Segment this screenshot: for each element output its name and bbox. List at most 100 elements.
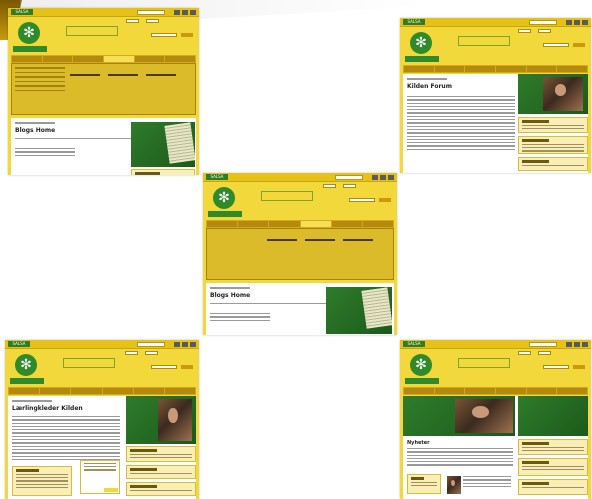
nav-item[interactable] (207, 221, 238, 227)
nav-item[interactable] (434, 388, 465, 394)
login-input[interactable] (543, 365, 569, 369)
content-area: Nyheter (403, 396, 588, 499)
promo-banner[interactable] (131, 122, 195, 167)
rss-icon[interactable] (388, 175, 394, 180)
nav-item[interactable] (434, 66, 465, 72)
header-button[interactable] (126, 19, 139, 23)
screenshot-thumbnail-top-left[interactable]: SALSA ✻ Blogs Home (8, 8, 199, 175)
nav-item[interactable] (362, 221, 394, 227)
mail-icon[interactable] (574, 342, 580, 347)
hero-photo (455, 399, 513, 433)
search-input[interactable] (529, 20, 557, 25)
site-logo[interactable]: SALSA (206, 174, 228, 180)
nav-item-active[interactable] (104, 56, 134, 62)
header-button[interactable] (323, 184, 336, 188)
go-button[interactable] (379, 198, 391, 202)
print-icon[interactable] (566, 342, 572, 347)
login-input[interactable] (151, 365, 177, 369)
section-title: Nyheter (407, 440, 430, 446)
nav-item[interactable] (40, 388, 71, 394)
header-button[interactable] (538, 29, 551, 33)
nav-item[interactable] (164, 388, 196, 394)
nav-item[interactable] (404, 66, 434, 72)
go-button[interactable] (181, 365, 193, 369)
header-button[interactable] (538, 351, 551, 355)
print-icon[interactable] (372, 175, 378, 180)
mail-icon[interactable] (182, 10, 188, 15)
nav-item[interactable] (134, 56, 165, 62)
nav-item[interactable] (102, 388, 133, 394)
dropdown-menu (206, 228, 394, 280)
search-input[interactable] (529, 342, 557, 347)
nav-item[interactable] (557, 388, 588, 394)
site-logo[interactable]: SALSA (403, 341, 425, 347)
nav-item[interactable] (238, 221, 269, 227)
nav-item[interactable] (133, 388, 164, 394)
nav-item[interactable] (71, 388, 102, 394)
go-button[interactable] (573, 365, 585, 369)
site-logo[interactable]: SALSA (403, 19, 425, 25)
screenshot-thumbnail-top-right[interactable]: SALSA ✻ Kilden Forum (400, 18, 591, 173)
nav-item[interactable] (465, 388, 496, 394)
go-button[interactable] (573, 43, 585, 47)
rss-icon[interactable] (582, 342, 588, 347)
breadcrumb (407, 78, 447, 80)
go-button[interactable] (181, 33, 193, 37)
sidebar-panel (518, 439, 588, 455)
nav-item[interactable] (331, 221, 362, 227)
feature-box[interactable] (518, 396, 588, 436)
print-icon[interactable] (566, 20, 572, 25)
mail-icon[interactable] (380, 175, 386, 180)
breadcrumb (210, 287, 250, 289)
nav-item[interactable] (404, 388, 434, 394)
mail-icon[interactable] (574, 20, 580, 25)
emblem-icon: ✻ (410, 32, 432, 54)
rss-icon[interactable] (190, 342, 196, 347)
dropdown-menu (11, 63, 196, 115)
nav-item-active[interactable] (300, 221, 331, 227)
nav-item[interactable] (496, 66, 526, 72)
sidebar-panel (518, 136, 588, 154)
header-button[interactable] (343, 184, 356, 188)
header-button[interactable] (145, 351, 158, 355)
screenshot-thumbnail-bottom-left[interactable]: SALSA ✻ Lærlingkleder Kilden (5, 340, 199, 499)
nav-item[interactable] (465, 66, 496, 72)
nav-item[interactable] (496, 388, 526, 394)
promo-banner[interactable] (326, 287, 392, 334)
nav-item[interactable] (557, 66, 588, 72)
breadcrumb (15, 122, 55, 124)
login-input[interactable] (349, 198, 375, 202)
sidebar-panel (131, 169, 195, 175)
site-logo[interactable]: SALSA (11, 9, 33, 15)
nav-item[interactable] (9, 388, 40, 394)
login-input[interactable] (543, 43, 569, 47)
header-button[interactable] (518, 29, 531, 33)
submit-button[interactable] (104, 488, 118, 492)
nav-item[interactable] (42, 56, 73, 62)
login-input[interactable] (151, 33, 177, 37)
nav-item[interactable] (12, 56, 42, 62)
nav-item[interactable] (73, 56, 104, 62)
print-icon[interactable] (174, 342, 180, 347)
search-input[interactable] (137, 342, 165, 347)
screenshot-thumbnail-bottom-right[interactable]: SALSA ✻ Nyheter (400, 340, 591, 499)
header-button[interactable] (146, 19, 159, 23)
rss-icon[interactable] (190, 10, 196, 15)
nav-item[interactable] (526, 66, 557, 72)
rss-icon[interactable] (582, 20, 588, 25)
tagline-box (63, 358, 115, 368)
nav-item[interactable] (165, 56, 196, 62)
site-logo[interactable]: SALSA (8, 341, 30, 347)
nav-item[interactable] (269, 221, 300, 227)
mail-icon[interactable] (182, 342, 188, 347)
nav-item[interactable] (526, 388, 557, 394)
sidebar-panel (126, 482, 196, 496)
main-nav (206, 220, 394, 228)
header-button[interactable] (518, 351, 531, 355)
screenshot-thumbnail-center[interactable]: SALSA ✻ Blogs Home (203, 173, 397, 335)
print-icon[interactable] (174, 10, 180, 15)
search-input[interactable] (335, 175, 363, 180)
header-button[interactable] (125, 351, 138, 355)
search-input[interactable] (137, 10, 165, 15)
emblem-icon: ✻ (410, 354, 432, 376)
